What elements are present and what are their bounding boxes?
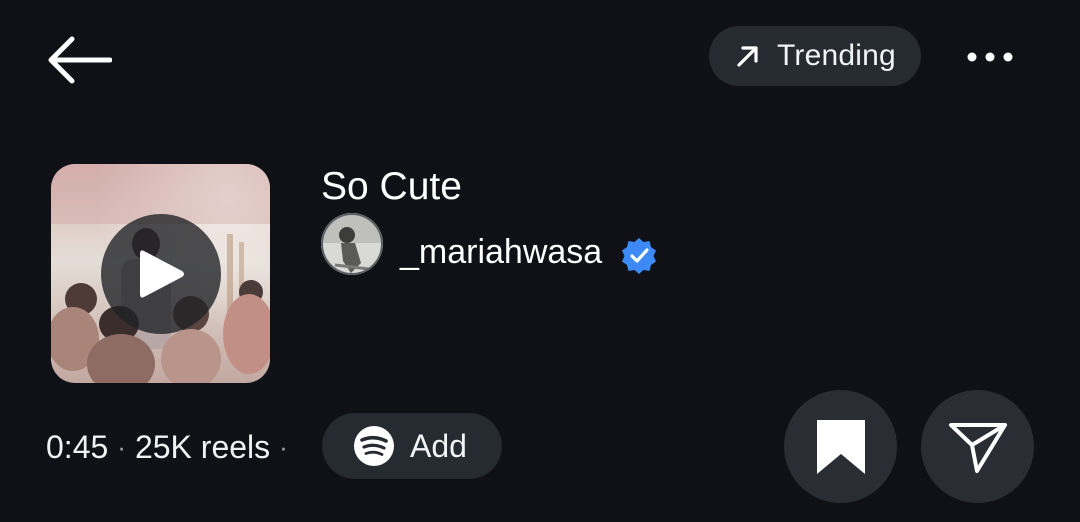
spotify-add-button[interactable]: Add <box>322 413 502 479</box>
bookmark-icon <box>816 419 865 474</box>
separator-dot: · <box>117 431 126 462</box>
audio-title: So Cute <box>321 165 462 208</box>
reels-count: 25K reels <box>134 428 271 465</box>
verified-badge-icon <box>622 238 656 274</box>
avatar[interactable] <box>321 213 383 275</box>
duration: 0:45 <box>46 428 109 465</box>
spotify-icon <box>354 426 394 466</box>
share-button[interactable] <box>921 390 1034 503</box>
trending-chip[interactable]: Trending <box>709 26 921 86</box>
more-horizontal-icon <box>967 52 1013 62</box>
send-icon <box>948 422 1007 473</box>
add-label: Add <box>410 427 467 464</box>
play-icon <box>140 250 184 298</box>
separator-dot: · <box>279 431 288 462</box>
audio-meta: 0:45 · 25K reels · <box>46 426 297 468</box>
trending-label: Trending <box>777 39 896 72</box>
back-button[interactable] <box>44 32 114 88</box>
avatar-image <box>321 213 383 275</box>
reel-thumbnail[interactable] <box>51 164 270 383</box>
play-overlay[interactable] <box>101 214 221 334</box>
arrow-up-right-icon <box>737 46 758 67</box>
audio-page: Trending So Cute _mariahwasa 0:45 · 25K … <box>0 0 1080 522</box>
save-button[interactable] <box>784 390 897 503</box>
artist-name[interactable]: _mariahwasa <box>400 230 602 274</box>
more-options-button[interactable] <box>956 36 1024 78</box>
arrow-left-icon <box>48 36 112 84</box>
